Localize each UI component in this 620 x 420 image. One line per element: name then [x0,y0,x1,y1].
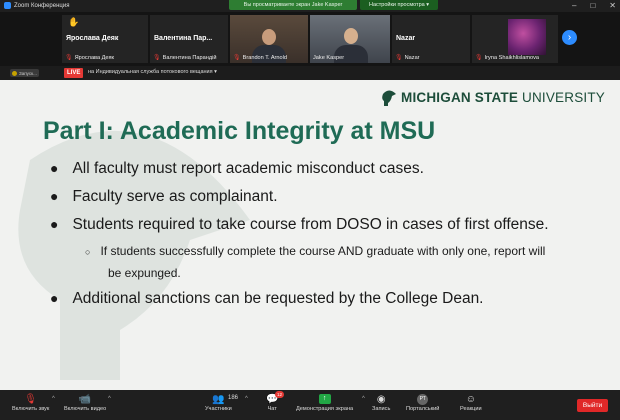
portal-button[interactable]: РТ Порталський [406,394,439,412]
slide-title: Part I: Academic Integrity at MSU [43,117,436,145]
participant-label: Nazar [404,54,420,61]
participants-count: 186 [228,395,239,401]
participant-label: Ярослава Деяк [74,54,115,61]
msu-logo: MICHIGAN STATE UNIVERSITY [381,88,605,106]
record-icon: ◉ [376,394,386,405]
smiley-icon: ☺ [465,394,476,405]
muted-mic-icon: 🎙 [65,55,73,61]
participant-name: Ярослава Деяк [66,35,119,42]
minimize-icon[interactable]: – [572,0,576,11]
unmute-button[interactable]: 🎙 Включить звук [12,394,49,412]
logo-text-regular: UNIVERSITY [518,89,606,105]
participant-profile-image [508,19,546,55]
participant-tile[interactable]: 🎙 Iryna Shaikhlislamova [472,15,558,63]
participant-label: Iryna Shaikhlislamova [484,54,540,61]
zoom-logo-icon [4,2,11,9]
share-options-caret[interactable]: ^ [362,396,365,402]
live-stream-bar: Запуск... LIVE на Индивидуальная служба … [0,66,620,80]
bullet-item: ● Faculty serve as complainant. [50,188,278,205]
viewing-share-banner: Вы просматриваете экран Jake Kasper [229,0,357,10]
participants-icon: 👥 [212,394,225,405]
leave-button[interactable]: Выйти [577,399,608,412]
window-title: Zoom Конференция [14,2,70,9]
window-controls: – □ ✕ [572,0,616,11]
record-button[interactable]: ◉ Запись [372,394,390,412]
recording-label: Запуск... [19,70,37,76]
recording-status[interactable]: Запуск... [10,69,39,77]
participant-name: Валентина Пар... [154,35,213,42]
close-icon[interactable]: ✕ [609,0,616,11]
video-off-icon: 📹 [78,394,92,405]
logo-text-bold: MICHIGAN STATE [401,89,519,105]
participant-tile[interactable]: ✋ Ярослава Деяк 🎙 Ярослава Деяк [62,15,148,63]
participant-label: Brandon T. Arnold [242,54,287,61]
participant-label: Валентина Парандій [162,54,217,61]
muted-mic-icon: 🎙 [153,55,161,61]
bullet-item: ● Additional sanctions can be requested b… [50,290,484,307]
record-icon [12,70,17,76]
participant-gallery: ✋ Ярослава Деяк 🎙 Ярослава Деяк Валентина… [0,12,620,66]
participant-tile-video[interactable]: 🎙 Brandon T. Arnold [230,15,308,63]
app-title: Zoom Конференция [4,2,69,9]
shared-screen: MICHIGAN STATE UNIVERSITY Part I: Academ… [0,80,620,390]
stream-service-dropdown[interactable]: на Индивидуальная служба потокового веща… [88,69,217,75]
muted-mic-icon: 🎙 [233,55,241,61]
sub-bullet-item: ○ If students successfully complete the c… [85,244,546,258]
live-badge[interactable]: LIVE [64,68,84,78]
participant-name: Nazar [396,35,416,42]
start-video-button[interactable]: 📹 Включить видео [64,394,106,412]
zoom-window: Zoom Конференция Вы просматриваете экран… [0,0,620,420]
raised-hand-icon: ✋ [68,17,80,27]
avatar: РТ [417,394,429,405]
share-screen-icon: ↑ [318,394,331,404]
muted-mic-icon: 🎙 [395,55,403,61]
spartan-helmet-icon [382,90,396,106]
maximize-icon[interactable]: □ [590,0,595,11]
participant-tile[interactable]: Nazar 🎙 Nazar [392,15,470,63]
video-options-caret[interactable]: ^ [108,396,111,402]
reactions-button[interactable]: ☺ Реакции [460,394,482,412]
muted-mic-icon: 🎙 [475,55,483,61]
participant-tile-video[interactable]: Jake Kasper [310,15,390,63]
muted-microphone-icon: 🎙 [24,394,37,405]
bullet-item: ● Students required to take course from D… [50,216,549,233]
chevron-right-icon[interactable]: › [562,30,577,45]
participant-tile[interactable]: Валентина Пар... 🎙 Валентина Парандій [150,15,228,63]
meeting-toolbar: 🎙 Включить звук ^ 📹 Включить видео ^ 👥 У… [0,390,620,420]
bullet-item: ● All faculty must report academic miscon… [50,160,424,177]
participants-options-caret[interactable]: ^ [245,396,248,402]
audio-options-caret[interactable]: ^ [52,396,55,402]
title-bar: Zoom Конференция Вы просматриваете экран… [0,0,620,12]
participant-label: Jake Kasper [313,55,345,61]
sub-bullet-continuation: be expunged. [108,266,181,280]
chat-unread-badge: 12 [275,391,285,398]
share-screen-button[interactable]: ↑ Демонстрация экрана [296,394,353,412]
view-options-button[interactable]: Настройки просмотра ▾ [360,0,438,10]
